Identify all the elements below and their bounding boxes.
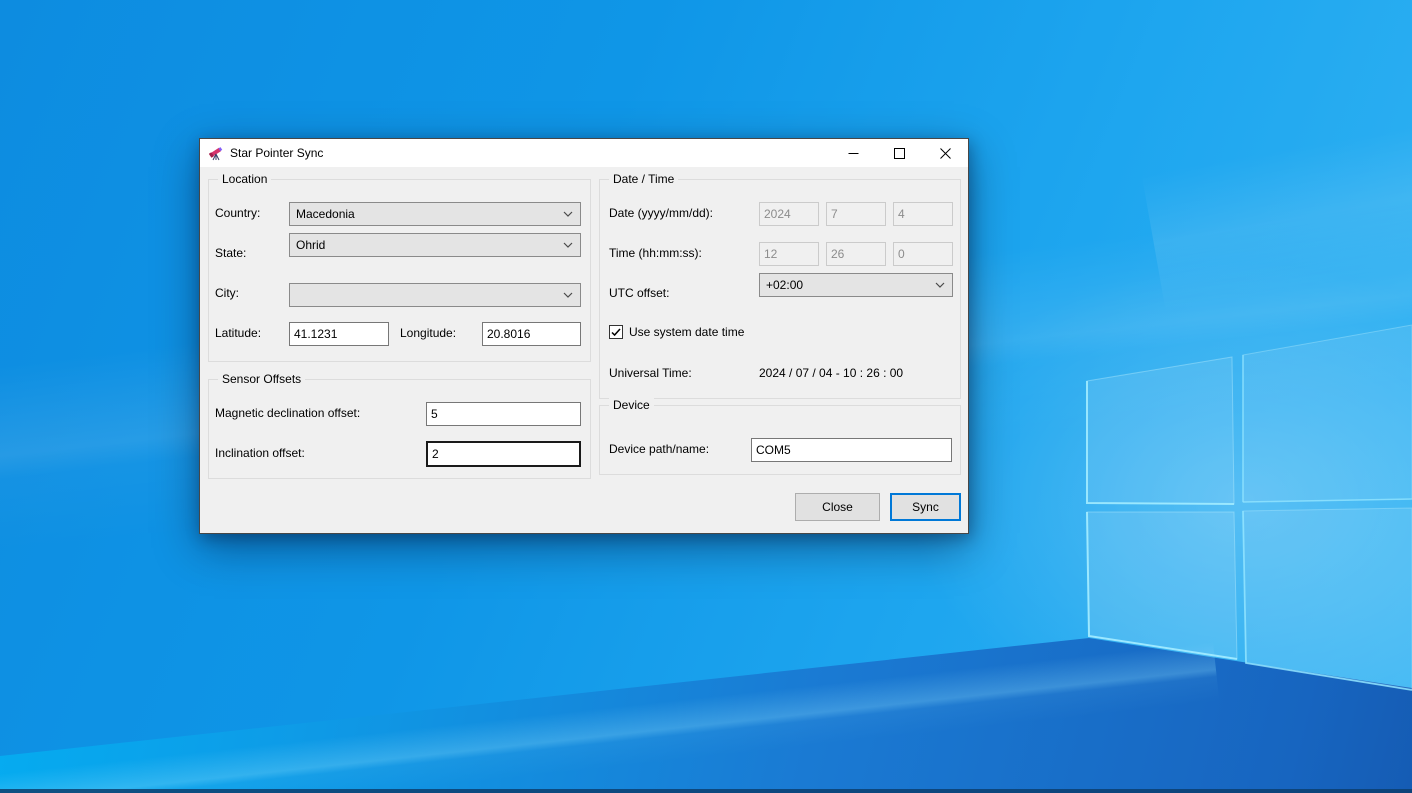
windows-logo-icon — [1060, 320, 1412, 700]
state-dropdown[interactable]: Ohrid — [289, 233, 581, 257]
maximize-button[interactable] — [876, 139, 922, 167]
utc-offset-value: +02:00 — [766, 278, 803, 292]
state-dropdown-value: Ohrid — [296, 238, 325, 252]
location-group: Location Country: Macedonia State: Ohrid… — [208, 179, 591, 362]
use-system-datetime-checkbox[interactable]: Use system date time — [609, 325, 744, 339]
chevron-down-icon — [935, 282, 945, 288]
utc-offset-label: UTC offset: — [609, 286, 669, 300]
time-hour-input — [759, 242, 819, 266]
universal-time-value: 2024 / 07 / 04 - 10 : 26 : 00 — [759, 366, 903, 380]
close-icon — [940, 148, 951, 159]
screen-bottom-edge — [0, 789, 1412, 793]
device-path-input[interactable] — [751, 438, 952, 462]
maximize-icon — [894, 148, 905, 159]
date-day-input — [893, 202, 953, 226]
sync-button[interactable]: Sync — [890, 493, 961, 521]
date-month-input — [826, 202, 886, 226]
time-second-input — [893, 242, 953, 266]
time-label: Time (hh:mm:ss): — [609, 246, 702, 260]
device-path-label: Device path/name: — [609, 442, 709, 456]
telescope-icon — [208, 145, 224, 161]
city-dropdown[interactable] — [289, 283, 581, 307]
chevron-down-icon — [563, 242, 573, 248]
universal-time-label: Universal Time: — [609, 366, 692, 380]
close-button[interactable]: Close — [795, 493, 880, 521]
magnetic-declination-input[interactable] — [426, 402, 581, 426]
minimize-icon — [848, 148, 859, 159]
use-system-datetime-label: Use system date time — [629, 325, 744, 339]
date-year-input — [759, 202, 819, 226]
longitude-input[interactable] — [482, 322, 581, 346]
datetime-group-title: Date / Time — [609, 172, 678, 187]
checkmark-icon — [609, 325, 623, 339]
chevron-down-icon — [563, 211, 573, 217]
magnetic-declination-label: Magnetic declination offset: — [215, 406, 360, 420]
latitude-input[interactable] — [289, 322, 389, 346]
window-title: Star Pointer Sync — [230, 146, 323, 160]
datetime-group: Date / Time Date (yyyy/mm/dd): Time (hh:… — [599, 179, 961, 399]
time-minute-input — [826, 242, 886, 266]
minimize-button[interactable] — [830, 139, 876, 167]
longitude-label: Longitude: — [400, 326, 456, 340]
titlebar[interactable]: Star Pointer Sync — [200, 139, 968, 167]
chevron-down-icon — [563, 292, 573, 298]
latitude-label: Latitude: — [215, 326, 261, 340]
utc-offset-dropdown[interactable]: +02:00 — [759, 273, 953, 297]
sensor-offsets-group: Sensor Offsets Magnetic declination offs… — [208, 379, 591, 479]
device-group: Device Device path/name: — [599, 405, 961, 475]
sensor-offsets-group-title: Sensor Offsets — [218, 372, 305, 387]
city-label: City: — [215, 286, 239, 300]
close-button-caption[interactable] — [922, 139, 968, 167]
star-pointer-sync-window: Star Pointer Sync Location Country: Mace… — [199, 138, 969, 534]
location-group-title: Location — [218, 172, 271, 187]
inclination-offset-input[interactable] — [426, 441, 581, 467]
country-dropdown-value: Macedonia — [296, 207, 355, 221]
country-label: Country: — [215, 206, 260, 220]
device-group-title: Device — [609, 398, 654, 413]
state-label: State: — [215, 246, 246, 260]
date-label: Date (yyyy/mm/dd): — [609, 206, 713, 220]
country-dropdown[interactable]: Macedonia — [289, 202, 581, 226]
inclination-offset-label: Inclination offset: — [215, 446, 305, 460]
